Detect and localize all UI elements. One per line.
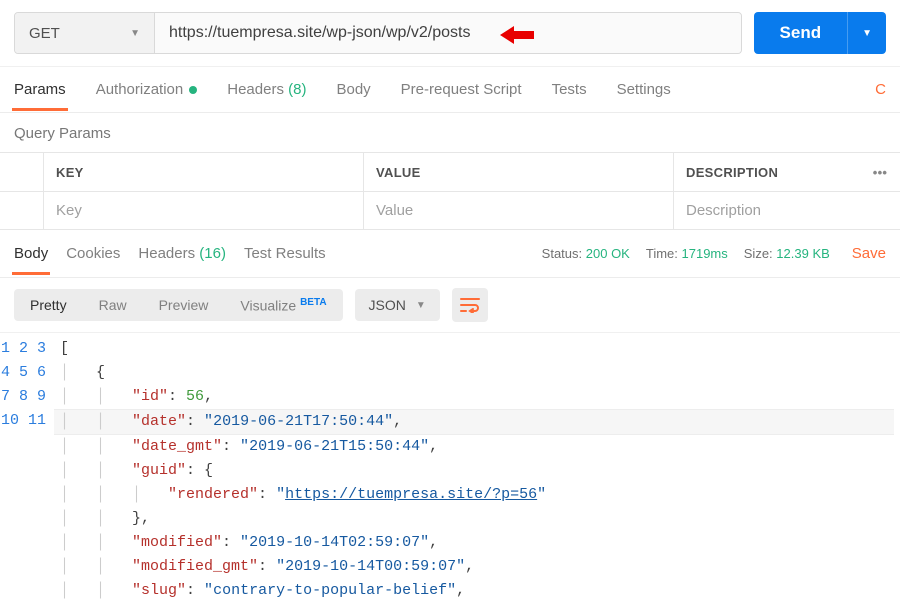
- description-input[interactable]: [686, 202, 888, 219]
- chevron-down-icon: ▼: [130, 28, 140, 39]
- view-pretty[interactable]: Pretty: [14, 289, 83, 322]
- tab-prerequest[interactable]: Pre-request Script: [401, 69, 522, 110]
- wrap-lines-button[interactable]: [452, 288, 488, 322]
- code-content: [ │ { │ │ "id": 56, │ │ "date": "2019-06…: [60, 337, 900, 603]
- auth-active-dot-icon: [189, 86, 197, 94]
- col-description: DESCRIPTION: [674, 153, 860, 191]
- col-key: KEY: [44, 153, 364, 191]
- resp-tab-cookies[interactable]: Cookies: [66, 233, 120, 274]
- tab-headers[interactable]: Headers (8): [227, 69, 306, 110]
- key-input[interactable]: [56, 202, 351, 219]
- query-params-heading: Query Params: [0, 113, 900, 152]
- url-input[interactable]: [155, 13, 741, 53]
- view-preview[interactable]: Preview: [143, 289, 225, 322]
- col-more-icon[interactable]: •••: [860, 153, 900, 191]
- query-params-table: KEY VALUE DESCRIPTION •••: [0, 152, 900, 230]
- tab-body[interactable]: Body: [336, 69, 370, 110]
- value-input[interactable]: [376, 202, 661, 219]
- col-value: VALUE: [364, 153, 674, 191]
- request-tabs: Params Authorization Headers (8) Body Pr…: [0, 67, 900, 113]
- send-dropdown-toggle[interactable]: ▼: [847, 12, 886, 54]
- format-dropdown[interactable]: JSON ▼: [355, 289, 440, 321]
- table-row: [0, 191, 900, 229]
- send-button[interactable]: Send ▼: [754, 12, 886, 54]
- tab-params[interactable]: Params: [14, 69, 66, 110]
- table-header-row: KEY VALUE DESCRIPTION •••: [0, 153, 900, 191]
- view-visualize[interactable]: Visualize BETA: [224, 289, 342, 322]
- tab-authorization[interactable]: Authorization: [96, 69, 198, 110]
- line-gutter: 1 2 3 4 5 6 7 8 9 10 11: [0, 337, 60, 603]
- view-raw[interactable]: Raw: [83, 289, 143, 322]
- wrap-icon: [460, 297, 480, 313]
- view-mode-group: Pretty Raw Preview Visualize BETA: [14, 289, 343, 322]
- request-bar: GET ▼ Send ▼: [0, 0, 900, 67]
- http-method-label: GET: [29, 25, 60, 42]
- save-response-button[interactable]: Save: [852, 245, 886, 262]
- cookies-link[interactable]: C: [875, 81, 886, 98]
- response-meta: Status: 200 OK Time: 1719ms Size: 12.39 …: [542, 245, 886, 262]
- tab-settings[interactable]: Settings: [617, 69, 671, 110]
- send-button-label: Send: [754, 23, 848, 43]
- response-body-editor[interactable]: 1 2 3 4 5 6 7 8 9 10 11 [ │ { │ │ "id": …: [0, 333, 900, 603]
- response-tabs: Body Cookies Headers (16) Test Results S…: [0, 230, 900, 278]
- tab-tests[interactable]: Tests: [552, 69, 587, 110]
- resp-tab-tests[interactable]: Test Results: [244, 233, 326, 274]
- resp-tab-body[interactable]: Body: [14, 233, 48, 274]
- chevron-down-icon: ▼: [416, 300, 426, 311]
- response-view-bar: Pretty Raw Preview Visualize BETA JSON ▼: [0, 278, 900, 333]
- http-method-dropdown[interactable]: GET ▼: [15, 13, 155, 53]
- resp-tab-headers[interactable]: Headers (16): [138, 233, 226, 274]
